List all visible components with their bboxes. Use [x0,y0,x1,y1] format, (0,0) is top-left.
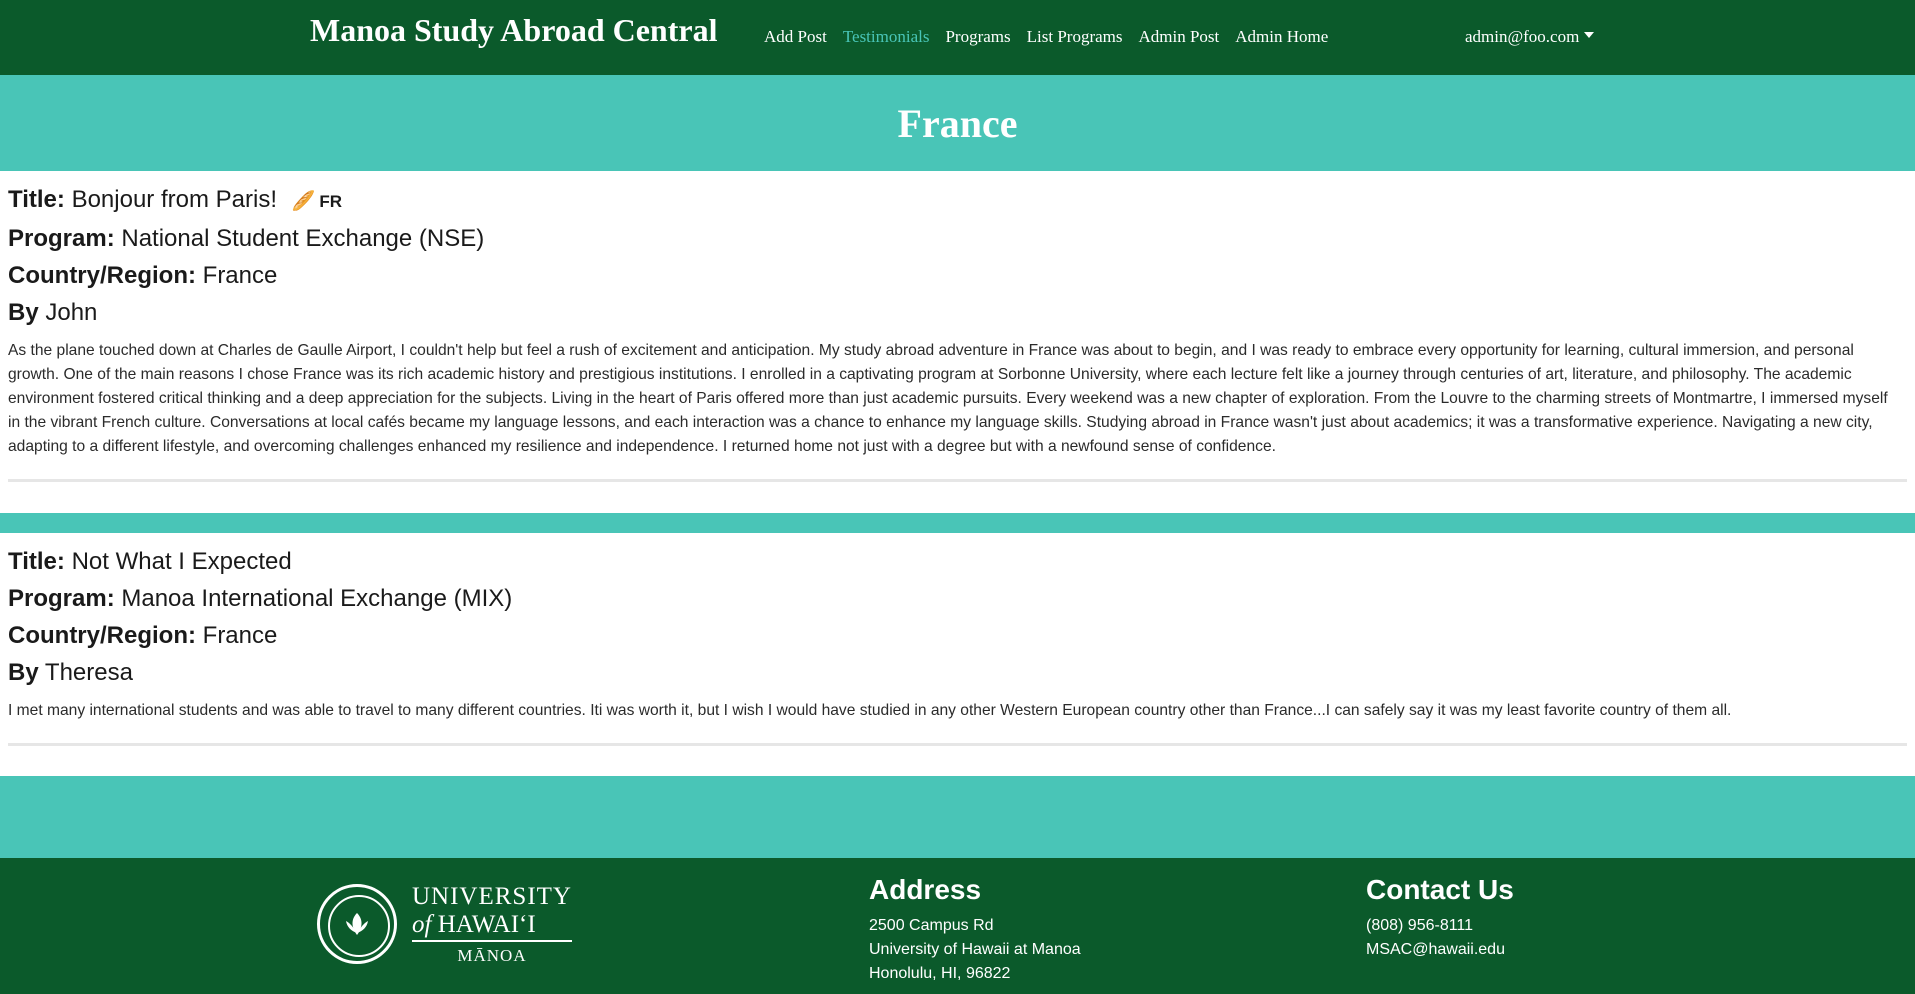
by-label: By [8,299,39,326]
post-author: John [45,299,98,326]
logo-line-manoa: MĀNOA [457,946,527,965]
title-label: Title: [8,186,65,213]
address-line: Honolulu, HI, 96822 [869,965,1011,982]
university-logo[interactable]: UNIVERSITY of HAWAI‘I MĀNOA [317,882,572,966]
nav-link-admin-home[interactable]: Admin Home [1235,27,1328,47]
nav-link-programs[interactable]: Programs [945,27,1010,47]
post-country-line: Country/Region: France [8,617,1907,654]
post-author-line: By John [8,294,1907,331]
nav-link-admin-post[interactable]: Admin Post [1139,27,1220,47]
logo-line-hawaii: of HAWAI‘I [412,912,572,942]
program-label: Program: [8,585,115,612]
contact-heading: Contact Us [1366,874,1514,905]
nav-link-add-post[interactable]: Add Post [764,27,827,47]
post-program-line: Program: Manoa International Exchange (M… [8,580,1907,617]
navbar: Manoa Study Abroad Central Add Post Test… [0,0,1915,75]
divider [8,743,1907,746]
section-separator [0,513,1915,533]
divider [8,479,1907,482]
page-title: France [897,100,1018,146]
footer: UNIVERSITY of HAWAI‘I MĀNOA Address 2500… [0,858,1915,994]
nav-link-list-programs[interactable]: List Programs [1027,27,1123,47]
post-body: I met many international students and wa… [8,702,1732,719]
logo-wordmark: UNIVERSITY of HAWAI‘I MĀNOA [412,882,572,966]
footer-contact: Contact Us (808) 956-8111 MSAC@hawaii.ed… [1366,874,1514,962]
logo-line-university: UNIVERSITY [412,883,572,910]
flag-code: FR [319,192,342,211]
contact-phone[interactable]: (808) 956-8111 [1366,914,1514,938]
post-card: Title: Not What I Expected Program: Mano… [0,533,1915,746]
address-line: 2500 Campus Rd [869,917,994,934]
post-program-line: Program: National Student Exchange (NSE) [8,220,1907,257]
by-label: By [8,659,39,686]
university-seal-icon [317,884,397,964]
caret-down-icon [1584,32,1595,38]
post-title: Bonjour from Paris! [71,186,277,213]
post-title-line: Title: Bonjour from Paris! 🥖 FR [8,181,1907,220]
post-author: Theresa [44,659,133,686]
post-program: Manoa International Exchange (MIX) [121,585,513,612]
leaf-icon [346,913,368,935]
footer-address: Address 2500 Campus Rd University of Haw… [869,874,1081,986]
brand-title[interactable]: Manoa Study Abroad Central [310,12,717,49]
user-dropdown[interactable]: admin@foo.com [1465,27,1595,47]
post-program: National Student Exchange (NSE) [121,225,485,252]
address-heading: Address [869,874,982,905]
post-country: France [202,622,278,649]
program-label: Program: [8,225,115,252]
baguette-icon: 🥖 [291,191,316,212]
section-separator [0,776,1915,858]
post-author-line: By Theresa [8,654,1907,691]
post-title: Not What I Expected [71,548,292,575]
post-title-line: Title: Not What I Expected [8,543,1907,580]
page-header: France [0,75,1915,171]
post-card: Title: Bonjour from Paris! 🥖 FR Program: … [0,171,1915,482]
user-email: admin@foo.com [1465,27,1580,46]
logo-hawaii: HAWAI‘I [437,911,536,938]
post-country-line: Country/Region: France [8,257,1907,294]
post-country: France [202,262,278,289]
logo-of: of [412,911,432,938]
contact-email[interactable]: MSAC@hawaii.edu [1366,938,1514,962]
country-label: Country/Region: [8,622,196,649]
country-label: Country/Region: [8,262,196,289]
nav-link-testimonials[interactable]: Testimonials [843,27,930,47]
post-body: As the plane touched down at Charles de … [8,342,1888,455]
title-label: Title: [8,548,65,575]
address-line: University of Hawaii at Manoa [869,941,1081,958]
nav-links: Add Post Testimonials Programs List Prog… [764,27,1344,47]
